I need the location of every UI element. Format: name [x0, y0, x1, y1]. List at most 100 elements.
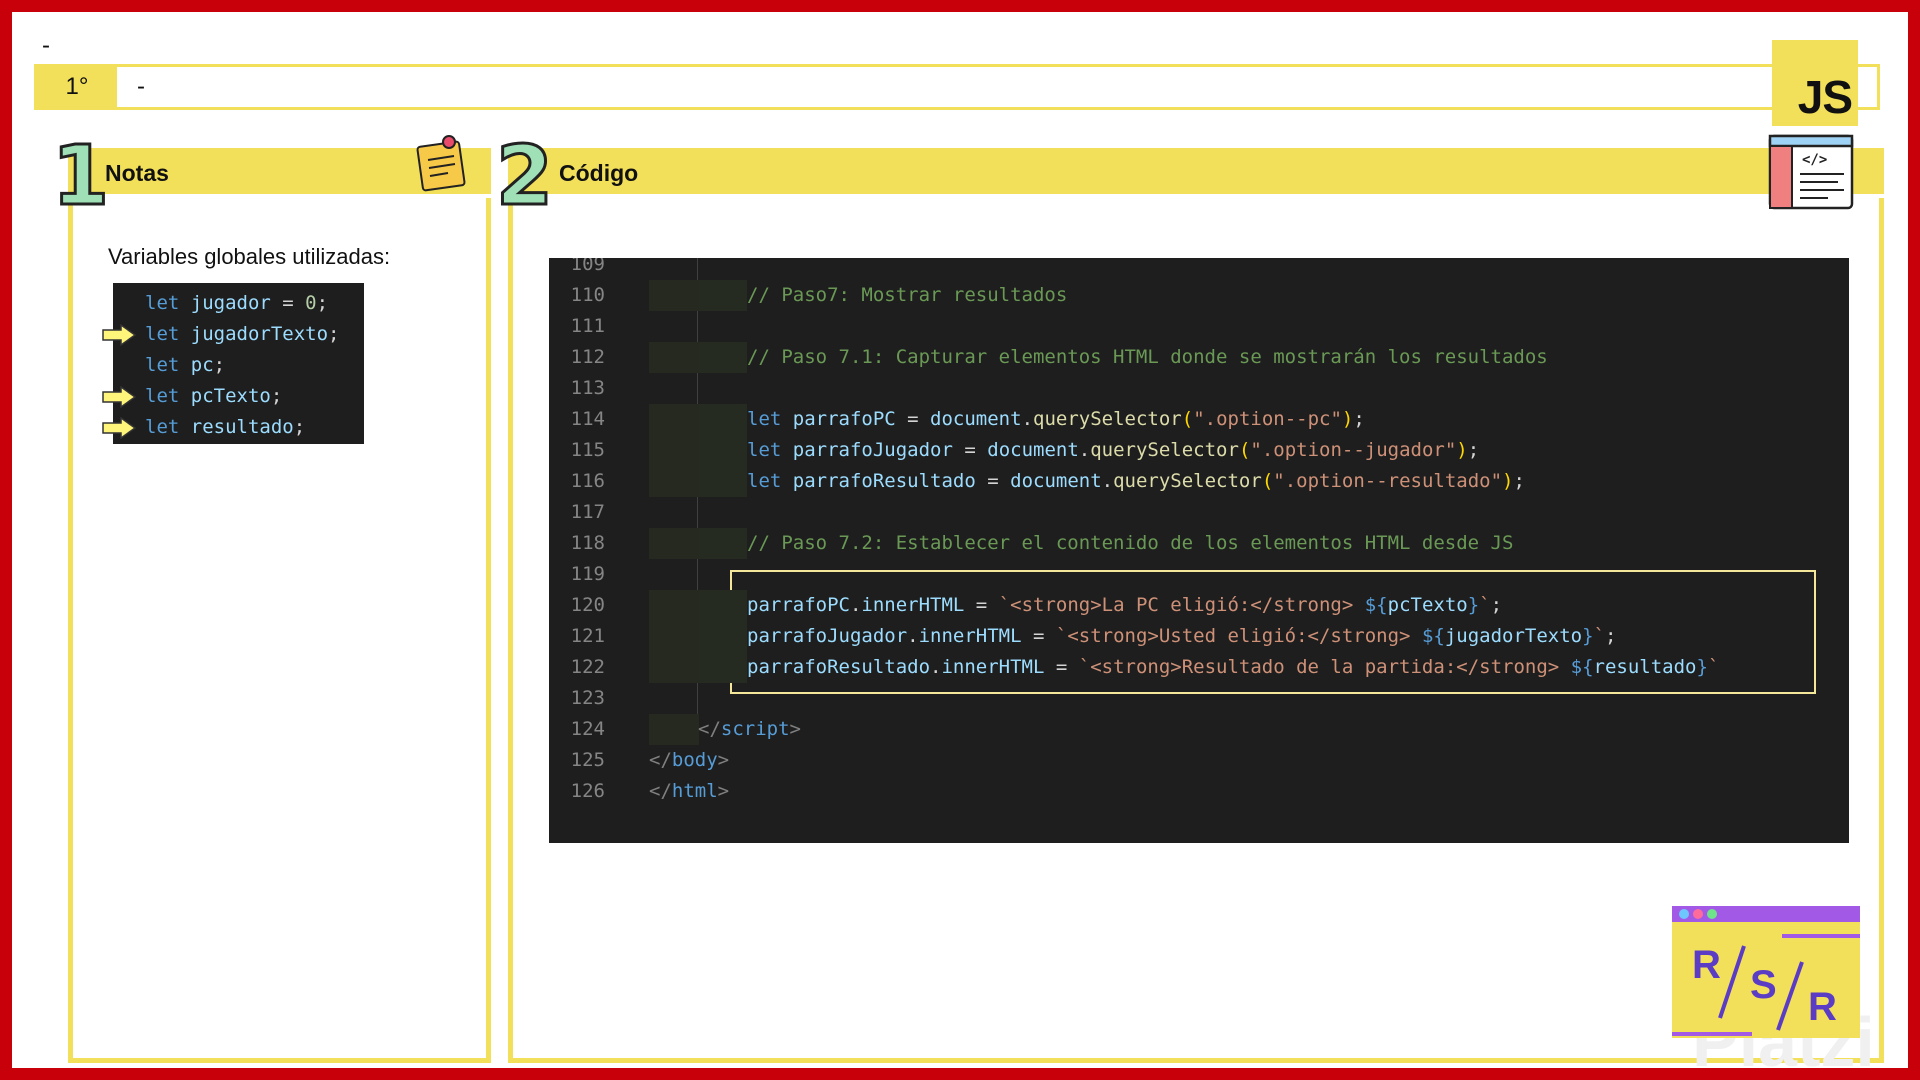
code-token: ".option--resultado" — [1273, 470, 1503, 492]
svg-text:</>: </> — [1802, 152, 1827, 168]
line-number: 113 — [570, 377, 605, 399]
code-token: parrafoResultado — [747, 656, 931, 678]
code-token: body — [671, 749, 718, 771]
code-token: parrafoResultado — [792, 470, 976, 492]
line-number: 117 — [570, 501, 605, 523]
code-token: resultado — [1593, 656, 1697, 678]
code-token: ` — [1593, 625, 1606, 647]
code-number: 2 — [494, 129, 554, 224]
punctuation: ; — [213, 354, 226, 376]
code-token: querySelector — [1113, 470, 1262, 492]
global-var-line: let pcTexto; — [145, 385, 282, 410]
line-number: 114 — [570, 408, 605, 430]
header-text: - — [137, 73, 145, 100]
variable-name: jugador — [190, 292, 271, 314]
code-token: } — [1696, 656, 1708, 678]
code-token: ( — [1261, 470, 1274, 492]
line-number: 123 — [570, 687, 605, 709]
keyword: let — [145, 385, 191, 407]
code-token: } — [1582, 625, 1594, 647]
line-number: 110 — [570, 284, 605, 306]
code-token: innerHTML — [918, 625, 1022, 647]
line-number: 109 — [570, 258, 605, 275]
code-token: document — [1010, 470, 1102, 492]
code-token: innerHTML — [861, 594, 965, 616]
code-token: // Paso7: Mostrar resultados — [747, 284, 1068, 306]
code-line: 112 // Paso 7.1: Capturar elementos HTML … — [549, 346, 1849, 377]
logo-letter-s: S — [1750, 963, 1777, 1007]
code-token: // Paso 7.1: Capturar elementos HTML don… — [747, 346, 1548, 368]
variable-name: pcTexto — [190, 385, 271, 407]
arrow-pointer-icon — [102, 386, 137, 408]
code-text: let parrafoResultado = document.querySel… — [747, 470, 1525, 492]
logo-letter-r2: R — [1808, 985, 1837, 1029]
global-var-line: let pc; — [145, 354, 225, 379]
code-token: parrafoPC — [792, 408, 896, 430]
line-number: 112 — [570, 346, 605, 368]
code-token: parrafoJugador — [792, 439, 953, 461]
code-token: ${ — [1570, 656, 1594, 678]
code-token: document — [930, 408, 1022, 430]
line-number: 120 — [570, 594, 605, 616]
code-line: 110 // Paso7: Mostrar resultados — [549, 284, 1849, 315]
punctuation: ; — [328, 323, 340, 345]
code-token: . — [849, 594, 862, 616]
top-text: - — [42, 32, 50, 59]
code-token: ${ — [1421, 625, 1445, 647]
code-token: </ — [649, 749, 672, 771]
js-logo: JS — [1772, 40, 1858, 126]
code-token: ) — [1341, 408, 1354, 430]
code-text: </html> — [649, 780, 729, 802]
global-var-line: let resultado; — [145, 416, 305, 441]
arrow-pointer-icon — [102, 417, 137, 439]
header-step: 1° — [37, 67, 117, 107]
rsr-logo: R S R — [1672, 906, 1860, 1038]
code-token: ".option--jugador" — [1250, 439, 1457, 461]
code-token: . — [1101, 470, 1114, 492]
keyword: let — [145, 292, 191, 314]
line-number: 111 — [570, 315, 605, 337]
code-line: 116 let parrafoResultado = document.query… — [549, 470, 1849, 501]
code-token: jugadorTexto — [1444, 625, 1583, 647]
notes-number: 1 — [50, 129, 110, 224]
slide: - 1° - JS 1 Notas Variables globales uti… — [12, 12, 1908, 1068]
code-token: let — [747, 470, 793, 492]
code-editor: 109 110 // Paso7: Mostrar resultados 111 112… — [549, 258, 1849, 843]
code-text: </script> — [698, 718, 801, 740]
code-token: ; — [1490, 594, 1503, 616]
line-number: 126 — [570, 780, 605, 802]
code-token: ".option--pc" — [1193, 408, 1342, 430]
js-logo-text: JS — [1797, 71, 1853, 123]
code-token: `<strong>La PC eligió:</strong> — [998, 594, 1365, 616]
operator: = — [270, 292, 306, 314]
code-line: 122 parrafoResultado.innerHTML = `<strong… — [549, 656, 1849, 687]
line-number: 125 — [570, 749, 605, 771]
code-token: = — [964, 594, 999, 616]
code-line: 123 — [549, 687, 1849, 718]
code-token: `<strong>Usted eligió:</strong> — [1055, 625, 1422, 647]
logo-letter-r1: R — [1692, 943, 1721, 987]
code-token: parrafoJugador — [747, 625, 908, 647]
header-bar: 1° - — [34, 64, 1880, 110]
code-token: innerHTML — [941, 656, 1045, 678]
code-token: let — [747, 408, 793, 430]
number-literal: 0 — [305, 292, 317, 314]
line-number: 121 — [570, 625, 605, 647]
globals-code-block: let jugador = 0; let jugadorTexto; let pc;… — [102, 283, 364, 444]
code-token: . — [1078, 439, 1091, 461]
punctuation: ; — [293, 416, 306, 438]
keyword: let — [145, 354, 191, 376]
code-token: ) — [1456, 439, 1468, 461]
code-header-bar — [508, 148, 1884, 194]
code-token: html — [671, 780, 718, 802]
line-number: 118 — [570, 532, 605, 554]
code-token: document — [987, 439, 1079, 461]
code-token: pcTexto — [1387, 594, 1468, 616]
line-number: 122 — [570, 656, 605, 678]
notes-caption: Variables globales utilizadas: — [108, 244, 391, 269]
code-text: parrafoJugador.innerHTML = `<strong>Uste… — [747, 625, 1616, 647]
code-token: > — [789, 718, 801, 740]
global-var-line: let jugador = 0; — [145, 292, 328, 317]
code-text: let parrafoJugador = document.querySelec… — [747, 439, 1479, 461]
code-token: </ — [698, 718, 721, 740]
